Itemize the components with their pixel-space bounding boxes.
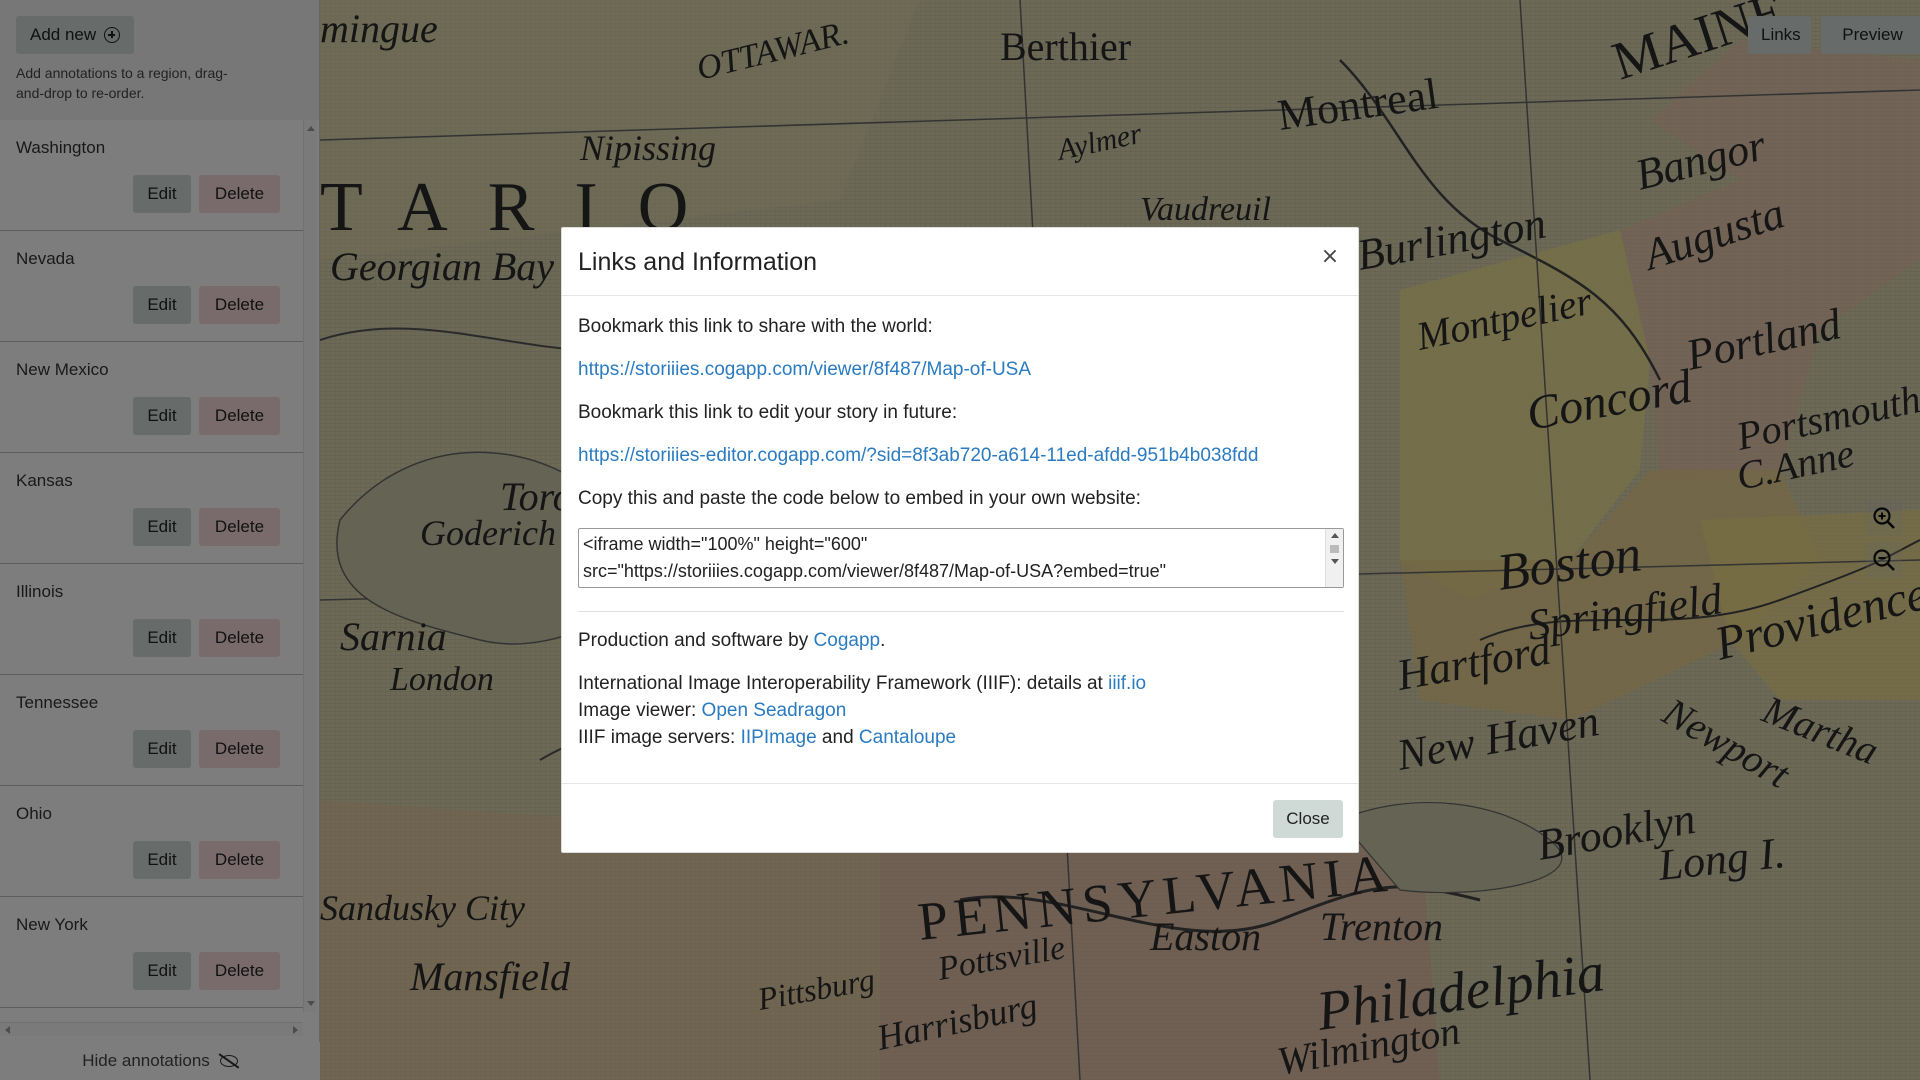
cantaloupe-link[interactable]: Cantaloupe: [859, 727, 956, 748]
scroll-down-arrow-icon[interactable]: [1331, 559, 1339, 564]
close-button[interactable]: Close: [1273, 800, 1343, 838]
scroll-thumb[interactable]: [1330, 545, 1339, 553]
iipimage-link[interactable]: IIPImage: [741, 727, 817, 748]
servers-prefix: IIIF image servers:: [578, 727, 741, 748]
edit-text: Bookmark this link to edit your story in…: [578, 402, 958, 423]
embed-code-textarea[interactable]: <iframe width="100%" height="600" src="h…: [578, 528, 1344, 588]
servers-credit: IIIF image servers: IIPImage and Cantalo…: [578, 727, 956, 749]
viewer-credit: Image viewer: Open Seadragon: [578, 700, 846, 722]
iiif-credit: International Image Interoperability Fra…: [578, 673, 1146, 695]
share-link[interactable]: https://storiiies.cogapp.com/viewer/8f48…: [578, 359, 1031, 381]
links-modal: Links and Information × Bookmark this li…: [561, 227, 1359, 853]
production-prefix: Production and software by: [578, 630, 814, 651]
openseadragon-link[interactable]: Open Seadragon: [702, 700, 847, 721]
share-text: Bookmark this link to share with the wor…: [578, 316, 933, 337]
close-icon[interactable]: ×: [1318, 244, 1342, 269]
edit-link[interactable]: https://storiiies-editor.cogapp.com/?sid…: [578, 445, 1258, 467]
divider: [578, 611, 1344, 612]
modal-title: Links and Information: [578, 248, 818, 276]
embed-text: Copy this and paste the code below to em…: [578, 488, 1141, 509]
iiif-prefix: International Image Interoperability Fra…: [578, 673, 1109, 694]
scroll-up-arrow-icon[interactable]: [1331, 533, 1339, 538]
cogapp-link[interactable]: Cogapp: [814, 630, 881, 651]
modal-header: Links and Information ×: [562, 228, 1358, 296]
viewer-prefix: Image viewer:: [578, 700, 702, 721]
production-credit: Production and software by Cogapp.: [578, 630, 885, 652]
servers-and: and: [816, 727, 859, 748]
textarea-scrollbar[interactable]: [1325, 529, 1343, 587]
modal-footer: Close: [562, 783, 1358, 853]
iiif-link[interactable]: iiif.io: [1108, 673, 1146, 694]
production-suffix: .: [880, 630, 886, 651]
